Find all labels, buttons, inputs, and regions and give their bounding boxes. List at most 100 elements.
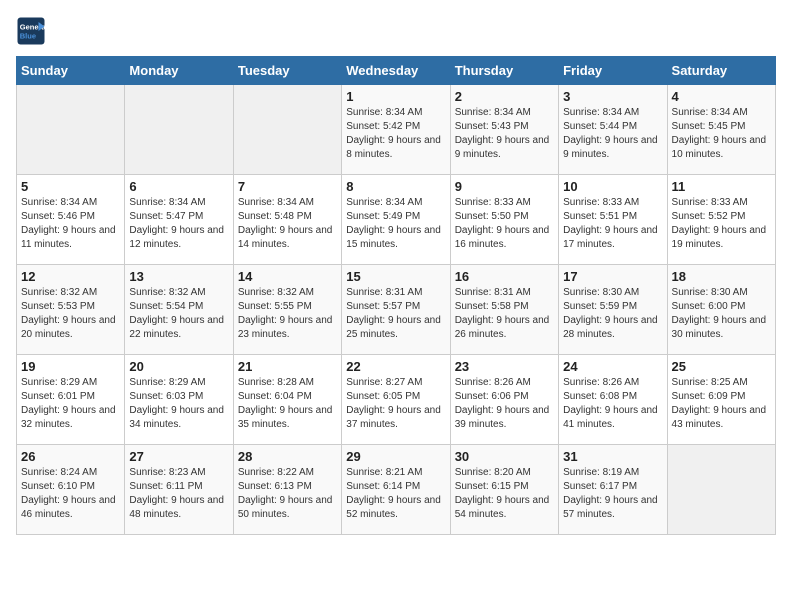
day-info: Sunrise: 8:34 AM Sunset: 5:49 PM Dayligh… — [346, 196, 445, 252]
day-number: 17 — [563, 269, 662, 284]
calendar-cell: 12 Sunrise: 8:32 AM Sunset: 5:53 PM Dayli… — [17, 265, 125, 355]
calendar-cell: 1 Sunrise: 8:34 AM Sunset: 5:42 PM Daylig… — [342, 85, 450, 175]
header: General Blue — [16, 16, 776, 46]
day-info: Sunrise: 8:33 AM Sunset: 5:52 PM Dayligh… — [672, 196, 771, 252]
calendar-cell — [233, 85, 341, 175]
day-number: 21 — [238, 359, 337, 374]
day-info: Sunrise: 8:34 AM Sunset: 5:48 PM Dayligh… — [238, 196, 337, 252]
calendar-cell — [125, 85, 233, 175]
calendar-week-row: 26 Sunrise: 8:24 AM Sunset: 6:10 PM Dayli… — [17, 445, 776, 535]
weekday-header-monday: Monday — [125, 57, 233, 85]
day-info: Sunrise: 8:26 AM Sunset: 6:08 PM Dayligh… — [563, 376, 662, 432]
day-info: Sunrise: 8:29 AM Sunset: 6:03 PM Dayligh… — [129, 376, 228, 432]
calendar-week-row: 19Sunrise: 8:29 AM Sunset: 6:01 PM Dayli… — [17, 355, 776, 445]
day-number: 27 — [129, 449, 228, 464]
calendar-week-row: 12 Sunrise: 8:32 AM Sunset: 5:53 PM Dayli… — [17, 265, 776, 355]
logo: General Blue — [16, 16, 50, 46]
day-info: Sunrise: 8:32 AM Sunset: 5:54 PM Dayligh… — [129, 286, 228, 342]
day-number: 15 — [346, 269, 445, 284]
weekday-header-friday: Friday — [559, 57, 667, 85]
calendar-cell: 29Sunrise: 8:21 AM Sunset: 6:14 PM Dayli… — [342, 445, 450, 535]
calendar-cell: 22Sunrise: 8:27 AM Sunset: 6:05 PM Dayli… — [342, 355, 450, 445]
day-info: Sunrise: 8:21 AM Sunset: 6:14 PM Dayligh… — [346, 466, 445, 522]
day-info: Sunrise: 8:34 AM Sunset: 5:47 PM Dayligh… — [129, 196, 228, 252]
day-info: Sunrise: 8:20 AM Sunset: 6:15 PM Dayligh… — [455, 466, 554, 522]
day-number: 20 — [129, 359, 228, 374]
calendar-cell: 30 Sunrise: 8:20 AM Sunset: 6:15 PM Dayli… — [450, 445, 558, 535]
svg-text:Blue: Blue — [20, 32, 36, 41]
calendar-cell: 23 Sunrise: 8:26 AM Sunset: 6:06 PM Dayli… — [450, 355, 558, 445]
day-info: Sunrise: 8:23 AM Sunset: 6:11 PM Dayligh… — [129, 466, 228, 522]
day-number: 7 — [238, 179, 337, 194]
day-info: Sunrise: 8:24 AM Sunset: 6:10 PM Dayligh… — [21, 466, 120, 522]
day-number: 26 — [21, 449, 120, 464]
day-info: Sunrise: 8:25 AM Sunset: 6:09 PM Dayligh… — [672, 376, 771, 432]
calendar-cell: 18 Sunrise: 8:30 AM Sunset: 6:00 PM Dayli… — [667, 265, 775, 355]
day-info: Sunrise: 8:34 AM Sunset: 5:45 PM Dayligh… — [672, 106, 771, 162]
calendar-cell — [17, 85, 125, 175]
day-info: Sunrise: 8:26 AM Sunset: 6:06 PM Dayligh… — [455, 376, 554, 432]
day-number: 25 — [672, 359, 771, 374]
calendar-cell: 10 Sunrise: 8:33 AM Sunset: 5:51 PM Dayli… — [559, 175, 667, 265]
day-info: Sunrise: 8:34 AM Sunset: 5:43 PM Dayligh… — [455, 106, 554, 162]
calendar-cell — [667, 445, 775, 535]
day-number: 18 — [672, 269, 771, 284]
calendar-cell: 13 Sunrise: 8:32 AM Sunset: 5:54 PM Dayli… — [125, 265, 233, 355]
calendar-cell: 25 Sunrise: 8:25 AM Sunset: 6:09 PM Dayli… — [667, 355, 775, 445]
calendar-cell: 3 Sunrise: 8:34 AM Sunset: 5:44 PM Daylig… — [559, 85, 667, 175]
day-number: 31 — [563, 449, 662, 464]
day-number: 12 — [21, 269, 120, 284]
day-info: Sunrise: 8:27 AM Sunset: 6:05 PM Dayligh… — [346, 376, 445, 432]
calendar-cell: 16 Sunrise: 8:31 AM Sunset: 5:58 PM Dayli… — [450, 265, 558, 355]
day-number: 13 — [129, 269, 228, 284]
calendar-cell: 9Sunrise: 8:33 AM Sunset: 5:50 PM Daylig… — [450, 175, 558, 265]
weekday-header-sunday: Sunday — [17, 57, 125, 85]
calendar-cell: 6 Sunrise: 8:34 AM Sunset: 5:47 PM Daylig… — [125, 175, 233, 265]
calendar-table: SundayMondayTuesdayWednesdayThursdayFrid… — [16, 56, 776, 535]
weekday-header-tuesday: Tuesday — [233, 57, 341, 85]
day-info: Sunrise: 8:30 AM Sunset: 6:00 PM Dayligh… — [672, 286, 771, 342]
day-number: 10 — [563, 179, 662, 194]
day-number: 2 — [455, 89, 554, 104]
day-number: 1 — [346, 89, 445, 104]
day-info: Sunrise: 8:32 AM Sunset: 5:53 PM Dayligh… — [21, 286, 120, 342]
calendar-cell: 31Sunrise: 8:19 AM Sunset: 6:17 PM Dayli… — [559, 445, 667, 535]
calendar-cell: 2 Sunrise: 8:34 AM Sunset: 5:43 PM Daylig… — [450, 85, 558, 175]
day-number: 28 — [238, 449, 337, 464]
day-info: Sunrise: 8:28 AM Sunset: 6:04 PM Dayligh… — [238, 376, 337, 432]
calendar-cell: 21 Sunrise: 8:28 AM Sunset: 6:04 PM Dayli… — [233, 355, 341, 445]
calendar-cell: 28 Sunrise: 8:22 AM Sunset: 6:13 PM Dayli… — [233, 445, 341, 535]
calendar-cell: 26 Sunrise: 8:24 AM Sunset: 6:10 PM Dayli… — [17, 445, 125, 535]
day-number: 23 — [455, 359, 554, 374]
weekday-header-wednesday: Wednesday — [342, 57, 450, 85]
calendar-cell: 27 Sunrise: 8:23 AM Sunset: 6:11 PM Dayli… — [125, 445, 233, 535]
day-number: 16 — [455, 269, 554, 284]
day-info: Sunrise: 8:33 AM Sunset: 5:51 PM Dayligh… — [563, 196, 662, 252]
calendar-cell: 24 Sunrise: 8:26 AM Sunset: 6:08 PM Dayli… — [559, 355, 667, 445]
calendar-cell: 19Sunrise: 8:29 AM Sunset: 6:01 PM Dayli… — [17, 355, 125, 445]
calendar-cell: 7 Sunrise: 8:34 AM Sunset: 5:48 PM Daylig… — [233, 175, 341, 265]
day-number: 8 — [346, 179, 445, 194]
day-info: Sunrise: 8:34 AM Sunset: 5:44 PM Dayligh… — [563, 106, 662, 162]
day-number: 11 — [672, 179, 771, 194]
logo-icon: General Blue — [16, 16, 46, 46]
day-number: 5 — [21, 179, 120, 194]
calendar-cell: 11 Sunrise: 8:33 AM Sunset: 5:52 PM Dayli… — [667, 175, 775, 265]
day-number: 24 — [563, 359, 662, 374]
calendar-cell: 20 Sunrise: 8:29 AM Sunset: 6:03 PM Dayli… — [125, 355, 233, 445]
calendar-cell: 4Sunrise: 8:34 AM Sunset: 5:45 PM Daylig… — [667, 85, 775, 175]
day-number: 30 — [455, 449, 554, 464]
calendar-cell: 17 Sunrise: 8:30 AM Sunset: 5:59 PM Dayli… — [559, 265, 667, 355]
day-number: 19 — [21, 359, 120, 374]
calendar-cell: 5Sunrise: 8:34 AM Sunset: 5:46 PM Daylig… — [17, 175, 125, 265]
day-info: Sunrise: 8:22 AM Sunset: 6:13 PM Dayligh… — [238, 466, 337, 522]
calendar-week-row: 1 Sunrise: 8:34 AM Sunset: 5:42 PM Daylig… — [17, 85, 776, 175]
calendar-cell: 14Sunrise: 8:32 AM Sunset: 5:55 PM Dayli… — [233, 265, 341, 355]
day-number: 6 — [129, 179, 228, 194]
day-number: 3 — [563, 89, 662, 104]
day-number: 9 — [455, 179, 554, 194]
day-info: Sunrise: 8:31 AM Sunset: 5:58 PM Dayligh… — [455, 286, 554, 342]
day-info: Sunrise: 8:30 AM Sunset: 5:59 PM Dayligh… — [563, 286, 662, 342]
day-info: Sunrise: 8:34 AM Sunset: 5:42 PM Dayligh… — [346, 106, 445, 162]
weekday-header-thursday: Thursday — [450, 57, 558, 85]
